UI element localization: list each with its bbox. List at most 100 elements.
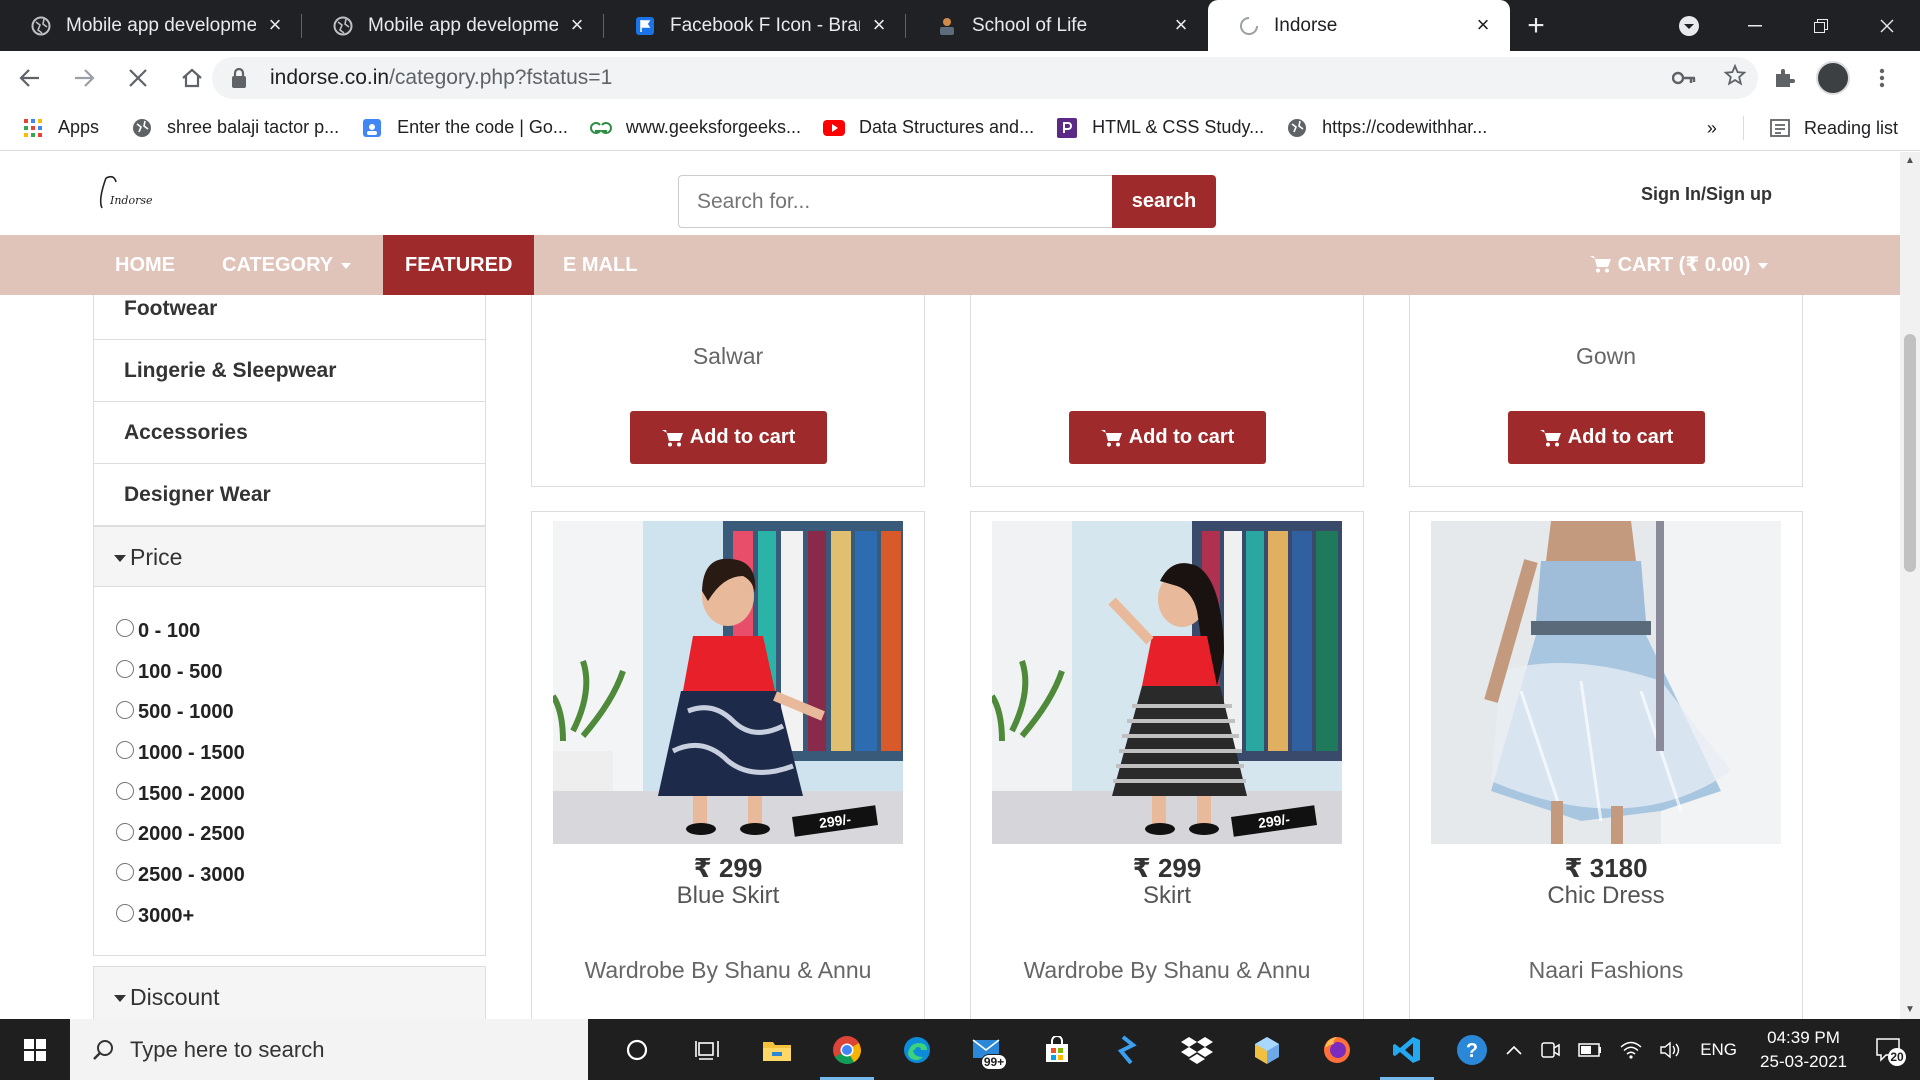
menu-kebab-icon[interactable]	[1864, 60, 1900, 96]
chevron-up-icon[interactable]	[1506, 1045, 1522, 1055]
browser-tab[interactable]: Facebook F Icon - Brands ×	[604, 0, 906, 51]
key-icon[interactable]	[1671, 65, 1696, 91]
bookmark-item[interactable]: https://codewithhar...	[1286, 117, 1487, 139]
battery-icon[interactable]	[1578, 1042, 1602, 1057]
price-option[interactable]: 0 - 100	[116, 611, 485, 652]
bookmark-star-icon[interactable]	[1723, 63, 1747, 92]
price-filter-header[interactable]: Price	[94, 527, 485, 587]
search-button[interactable]: search	[1112, 175, 1216, 228]
cortana-icon[interactable]	[602, 1019, 672, 1080]
radio-button[interactable]	[116, 863, 134, 882]
notifications-icon[interactable]: 20	[1874, 1034, 1906, 1066]
price-option[interactable]: 2000 - 2500	[116, 814, 485, 855]
site-logo[interactable]: Indorse	[92, 170, 154, 214]
reading-list-button[interactable]: Reading list	[1770, 118, 1898, 139]
home-icon[interactable]	[168, 54, 216, 102]
nav-home[interactable]: HOME	[93, 235, 197, 295]
meet-now-icon[interactable]	[1540, 1040, 1560, 1060]
price-option[interactable]: 2500 - 3000	[116, 855, 485, 896]
product-name[interactable]: Skirt	[971, 882, 1363, 910]
profile-avatar[interactable]	[1816, 61, 1850, 95]
windows-start-icon[interactable]	[0, 1019, 70, 1080]
vs-code-alt-icon[interactable]	[1092, 1019, 1162, 1080]
search-input[interactable]	[678, 175, 1113, 228]
bookmark-item[interactable]: shree balaji tactor p...	[131, 117, 339, 139]
bookmarks-overflow-icon[interactable]: »	[1707, 118, 1717, 139]
product-card[interactable]: 299/- ₹ 299 Blue Skirt Wardrobe By Shanu…	[531, 511, 925, 1019]
restore-icon[interactable]	[1788, 0, 1854, 51]
radio-button[interactable]	[116, 904, 134, 923]
browser-tab[interactable]: Mobile app development ×	[0, 0, 302, 51]
forward-icon[interactable]	[60, 54, 108, 102]
nav-emall[interactable]: E MALL	[541, 235, 659, 295]
stop-loading-icon[interactable]	[114, 54, 162, 102]
task-view-icon[interactable]	[672, 1019, 742, 1080]
product-name[interactable]: Blue Skirt	[532, 882, 924, 910]
scroll-down-icon[interactable]: ▼	[1900, 1001, 1920, 1019]
nav-category[interactable]: CATEGORY	[200, 235, 373, 295]
browser-tab[interactable]: Mobile app development ×	[302, 0, 604, 51]
price-option[interactable]: 500 - 1000	[116, 692, 485, 733]
browser-tab-active[interactable]: Indorse ×	[1208, 0, 1510, 51]
radio-button[interactable]	[116, 741, 134, 760]
product-image[interactable]: 299/-	[992, 521, 1342, 844]
browser-tab[interactable]: School of Life ×	[906, 0, 1208, 51]
close-tab-icon[interactable]: ×	[1472, 13, 1494, 37]
bookmark-item[interactable]: www.geeksforgeeks...	[589, 117, 801, 139]
price-option[interactable]: 1000 - 1500	[116, 733, 485, 774]
nav-featured[interactable]: FEATURED	[383, 235, 535, 295]
price-option[interactable]: 1500 - 2000	[116, 774, 485, 815]
vscode-icon[interactable]	[1372, 1019, 1442, 1080]
add-to-cart-button[interactable]: Add to cart	[1508, 411, 1705, 464]
add-to-cart-button[interactable]: Add to cart	[1069, 411, 1266, 464]
bookmark-item[interactable]: Data Structures and...	[822, 117, 1034, 139]
page-scrollbar[interactable]: ▲ ▼	[1900, 152, 1920, 1019]
add-to-cart-button[interactable]: Add to cart	[630, 411, 827, 464]
3d-viewer-icon[interactable]	[1232, 1019, 1302, 1080]
taskbar-search[interactable]: Type here to search	[70, 1019, 588, 1080]
extensions-icon[interactable]	[1766, 60, 1802, 96]
clock[interactable]: 04:39 PM 25-03-2021	[1760, 1026, 1847, 1074]
wifi-icon[interactable]	[1620, 1041, 1642, 1059]
bookmark-apps[interactable]: Apps	[22, 117, 99, 139]
close-tab-icon[interactable]: ×	[1170, 13, 1192, 37]
price-option[interactable]: 100 - 500	[116, 652, 485, 693]
discount-filter-header[interactable]: Discount	[94, 967, 485, 1019]
price-option[interactable]: 3000+	[116, 896, 485, 937]
close-tab-icon[interactable]: ×	[566, 13, 588, 37]
category-item[interactable]: Designer Wear	[93, 464, 486, 526]
store-icon[interactable]	[1022, 1019, 1092, 1080]
chrome-icon[interactable]	[812, 1019, 882, 1080]
product-card[interactable]: ₹ 3180 Chic Dress Naari Fashions	[1409, 511, 1803, 1019]
bookmark-item[interactable]: Enter the code | Go...	[361, 117, 568, 139]
product-image[interactable]	[1431, 521, 1781, 844]
nav-cart[interactable]: CART (₹ 0.00)	[1568, 235, 1772, 295]
radio-button[interactable]	[116, 619, 134, 638]
address-bar[interactable]: indorse.co.in/category.php?fstatus=1	[212, 57, 1758, 99]
tab-search-icon[interactable]	[1656, 0, 1722, 51]
help-icon[interactable]: ?	[1456, 1034, 1488, 1066]
close-tab-icon[interactable]: ×	[264, 13, 286, 37]
product-image[interactable]: 299/-	[553, 521, 903, 844]
bookmark-item[interactable]: HTML & CSS Study...	[1056, 117, 1264, 139]
close-window-icon[interactable]	[1854, 0, 1920, 51]
product-card[interactable]: 299/- ₹ 299 Skirt Wardrobe By Shanu & An…	[970, 511, 1364, 1019]
back-icon[interactable]	[6, 54, 54, 102]
scrollbar-thumb[interactable]	[1904, 334, 1916, 572]
edge-icon[interactable]	[882, 1019, 952, 1080]
radio-button[interactable]	[116, 700, 134, 719]
scroll-up-icon[interactable]: ▲	[1900, 152, 1920, 170]
file-explorer-icon[interactable]	[742, 1019, 812, 1080]
product-name[interactable]: Chic Dress	[1410, 882, 1802, 910]
close-tab-icon[interactable]: ×	[868, 13, 890, 37]
category-item[interactable]: Accessories	[93, 402, 486, 464]
dropbox-icon[interactable]	[1162, 1019, 1232, 1080]
sign-in-link[interactable]: Sign In/Sign up	[1641, 184, 1772, 205]
new-tab-button[interactable]: +	[1510, 0, 1562, 51]
radio-button[interactable]	[116, 660, 134, 679]
radio-button[interactable]	[116, 822, 134, 841]
minimize-icon[interactable]	[1722, 0, 1788, 51]
language-indicator[interactable]: ENG	[1700, 1040, 1737, 1060]
mail-icon[interactable]: 99+	[952, 1019, 1022, 1080]
volume-icon[interactable]	[1660, 1041, 1682, 1059]
